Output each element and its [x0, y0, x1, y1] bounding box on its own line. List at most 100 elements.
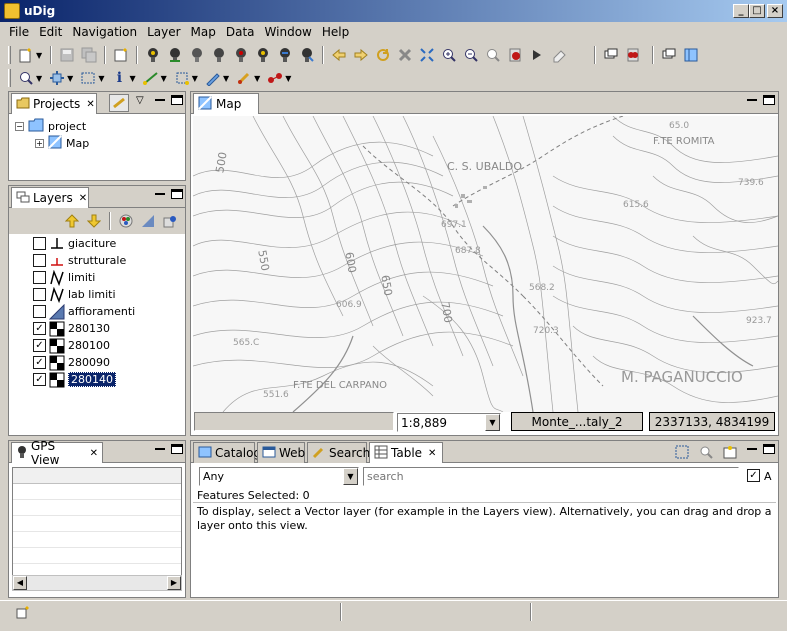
open-perspective-icon[interactable]	[660, 46, 678, 64]
layer-row-280130[interactable]: ✓ 280130	[33, 320, 110, 337]
tab-web[interactable]: Web	[257, 442, 305, 463]
close-button[interactable]: ×	[767, 4, 783, 18]
scroll-left-icon[interactable]: ◀	[13, 576, 27, 590]
save-icon[interactable]	[58, 46, 76, 64]
close-icon[interactable]: ✕	[90, 448, 98, 459]
layer-visibility-checkbox[interactable]: ✓	[33, 322, 46, 335]
link-view-icon[interactable]	[109, 94, 129, 112]
zoom-tool-icon[interactable]	[17, 69, 35, 87]
menu-map[interactable]: Map	[186, 25, 221, 39]
minimize-view-icon[interactable]	[743, 444, 757, 455]
layer-visibility-checkbox[interactable]	[33, 288, 46, 301]
menu-window[interactable]: Window	[260, 25, 317, 39]
map-canvas[interactable]: C. S. UBALDO F.TE ROMITA F.TE DEL CARPAN…	[193, 116, 778, 412]
tab-gps-view[interactable]: GPS View ✕	[11, 439, 103, 467]
layer-row-strutturale[interactable]: strutturale	[33, 252, 126, 269]
layer-row-280090[interactable]: ✓ 280090	[33, 354, 110, 371]
minimize-view-icon[interactable]	[151, 189, 165, 200]
scale-dropdown-icon[interactable]: ▼	[485, 414, 500, 431]
measure-tool-dropdown-icon[interactable]: ▼	[285, 74, 291, 83]
menu-file[interactable]: File	[4, 25, 34, 39]
promote-selection-icon[interactable]	[721, 443, 739, 461]
gps-record-icon[interactable]	[232, 46, 250, 64]
bookmarks-icon[interactable]	[624, 46, 642, 64]
layer-row-affioramenti[interactable]: affioramenti	[33, 303, 135, 320]
perspective-icon[interactable]	[602, 46, 620, 64]
layer-visibility-checkbox[interactable]: ✓	[33, 339, 46, 352]
gps-export-icon[interactable]	[298, 46, 316, 64]
layer-visibility-checkbox[interactable]	[33, 254, 46, 267]
new-map-icon[interactable]	[112, 46, 130, 64]
maximize-view-icon[interactable]	[759, 95, 775, 108]
layer-row-giaciture[interactable]: giaciture	[33, 235, 116, 252]
selection-tool-icon[interactable]	[79, 69, 97, 87]
close-icon[interactable]: ✕	[86, 99, 94, 110]
minimize-view-icon[interactable]	[151, 95, 165, 106]
new-dropdown-icon[interactable]: ▼	[36, 51, 42, 60]
layer-visibility-checkbox[interactable]	[33, 305, 46, 318]
close-icon[interactable]: ✕	[428, 448, 436, 459]
gps-track-icon[interactable]	[166, 46, 184, 64]
map-perspective-icon[interactable]	[682, 46, 700, 64]
layer-visibility-checkbox[interactable]	[33, 271, 46, 284]
view-menu-icon[interactable]: ▽	[136, 95, 144, 106]
tab-layers[interactable]: Layers ✕	[11, 187, 89, 208]
layer-visibility-checkbox[interactable]: ✓	[33, 356, 46, 369]
layer-row-280140[interactable]: ✓ 280140	[33, 371, 116, 388]
zoom-extent-icon[interactable]	[418, 46, 436, 64]
zoom-tool-dropdown-icon[interactable]: ▼	[36, 74, 42, 83]
gps-connect-icon[interactable]	[144, 46, 162, 64]
layer-visibility-checkbox[interactable]	[33, 237, 46, 250]
tab-search[interactable]: Search	[307, 442, 370, 463]
menu-navigation[interactable]: Navigation	[67, 25, 142, 39]
zoom-out-icon[interactable]	[462, 46, 480, 64]
layer-visibility-checkbox[interactable]: ✓	[33, 373, 46, 386]
minimize-view-icon[interactable]	[743, 95, 757, 106]
menu-edit[interactable]: Edit	[34, 25, 67, 39]
bookmark-add-icon[interactable]	[506, 46, 524, 64]
gps-settings-icon[interactable]	[276, 46, 294, 64]
tab-projects[interactable]: Projects ✕	[11, 93, 97, 114]
maximize-view-icon[interactable]	[167, 189, 183, 202]
collapse-icon[interactable]: −	[15, 122, 24, 131]
edit-line-dropdown-icon[interactable]: ▼	[161, 74, 167, 83]
search-input[interactable]	[363, 467, 739, 486]
scroll-right-icon[interactable]: ▶	[167, 576, 181, 590]
close-icon[interactable]: ✕	[79, 193, 87, 204]
eraser-icon[interactable]	[550, 46, 568, 64]
new-icon[interactable]	[17, 46, 35, 64]
minimize-view-icon[interactable]	[151, 444, 165, 455]
move-up-icon[interactable]	[63, 212, 81, 230]
search-all-checkbox[interactable]: ✓	[747, 469, 760, 482]
next-icon[interactable]	[528, 46, 546, 64]
info-tool-dropdown-icon[interactable]: ▼	[129, 74, 135, 83]
style-icon[interactable]	[117, 212, 135, 230]
back-arrow-icon[interactable]	[330, 46, 348, 64]
forward-arrow-icon[interactable]	[352, 46, 370, 64]
tab-catalog[interactable]: Catalog	[193, 442, 261, 463]
paint-tool-icon[interactable]	[235, 69, 253, 87]
edit-vertex-tool-icon[interactable]	[173, 69, 191, 87]
info-tool-icon[interactable]: i	[110, 69, 128, 87]
selection-tool-dropdown-icon[interactable]: ▼	[98, 74, 104, 83]
layer-row-limiti[interactable]: limiti	[33, 269, 95, 286]
layer-properties-icon[interactable]	[139, 212, 157, 230]
tree-item-map[interactable]: + Map	[35, 135, 89, 152]
zoom-in-icon[interactable]	[440, 46, 458, 64]
pan-tool-dropdown-icon[interactable]: ▼	[67, 74, 73, 83]
layer-row-280100[interactable]: ✓ 280100	[33, 337, 110, 354]
tab-map[interactable]: Map	[193, 93, 259, 114]
maximize-button[interactable]: □	[749, 4, 765, 18]
create-feature-dropdown-icon[interactable]: ▼	[223, 74, 229, 83]
move-down-icon[interactable]	[85, 212, 103, 230]
fast-view-icon[interactable]	[16, 605, 30, 622]
zoom-to-selection-icon[interactable]	[697, 443, 715, 461]
stop-render-icon[interactable]	[396, 46, 414, 64]
maximize-view-icon[interactable]	[759, 444, 775, 457]
minimize-button[interactable]: _	[733, 4, 749, 18]
tree-item-project[interactable]: − project	[15, 118, 86, 135]
edit-vertex-dropdown-icon[interactable]: ▼	[192, 74, 198, 83]
add-layer-icon[interactable]	[161, 212, 179, 230]
zoom-selection-icon[interactable]	[484, 46, 502, 64]
crs-button[interactable]: Monte_...taly_2	[511, 412, 643, 431]
